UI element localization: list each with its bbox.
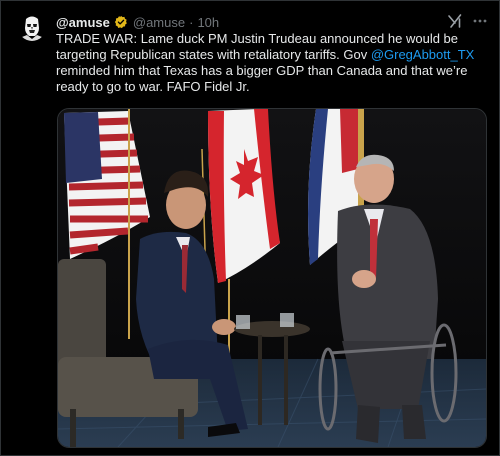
stormtrooper-avatar-icon [18,13,46,41]
grok-icon [448,14,462,28]
timestamp[interactable]: 10h [197,15,219,30]
tweet-header: @amuse @amuse · 10h [56,14,219,30]
tweet-photo[interactable] [57,108,487,448]
separator: · [189,14,194,30]
mention-link[interactable]: @GregAbbott_TX [371,47,475,62]
avatar[interactable] [18,13,46,41]
photo-illustration [58,109,486,447]
handle[interactable]: @amuse [133,15,185,30]
grok-button[interactable] [447,13,463,29]
display-name[interactable]: @amuse [56,15,110,30]
tweet-text-suffix: reminded him that Texas has a bigger GDP… [56,63,468,94]
more-button[interactable] [471,13,489,29]
more-icon [473,19,487,23]
tweet-text: TRADE WAR: Lame duck PM Justin Trudeau a… [56,31,481,95]
tweet-card[interactable]: @amuse @amuse · 10h TRADE WAR: Lame duck… [0,0,500,456]
verified-badge-icon [114,15,127,29]
